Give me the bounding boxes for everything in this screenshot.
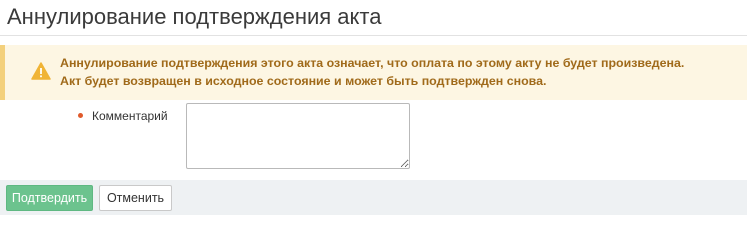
alert-line-1: Аннулирование подтверждения этого акта о… [60,56,685,70]
comment-textarea[interactable] [186,103,410,169]
warning-alert: Аннулирование подтверждения этого акта о… [0,45,747,100]
form-footer: Подтвердить Отменить [0,180,747,215]
title-divider [0,35,747,36]
required-marker [78,113,83,118]
page-title: Аннулирование подтверждения акта [7,4,382,29]
alert-line-2: Акт будет возвращен в исходное состояние… [60,74,547,88]
alert-message: Аннулирование подтверждения этого акта о… [60,54,684,90]
warning-icon [31,62,51,80]
cancel-button[interactable]: Отменить [99,185,172,211]
confirm-button[interactable]: Подтвердить [6,185,93,211]
comment-label: Комментарий [92,109,168,123]
